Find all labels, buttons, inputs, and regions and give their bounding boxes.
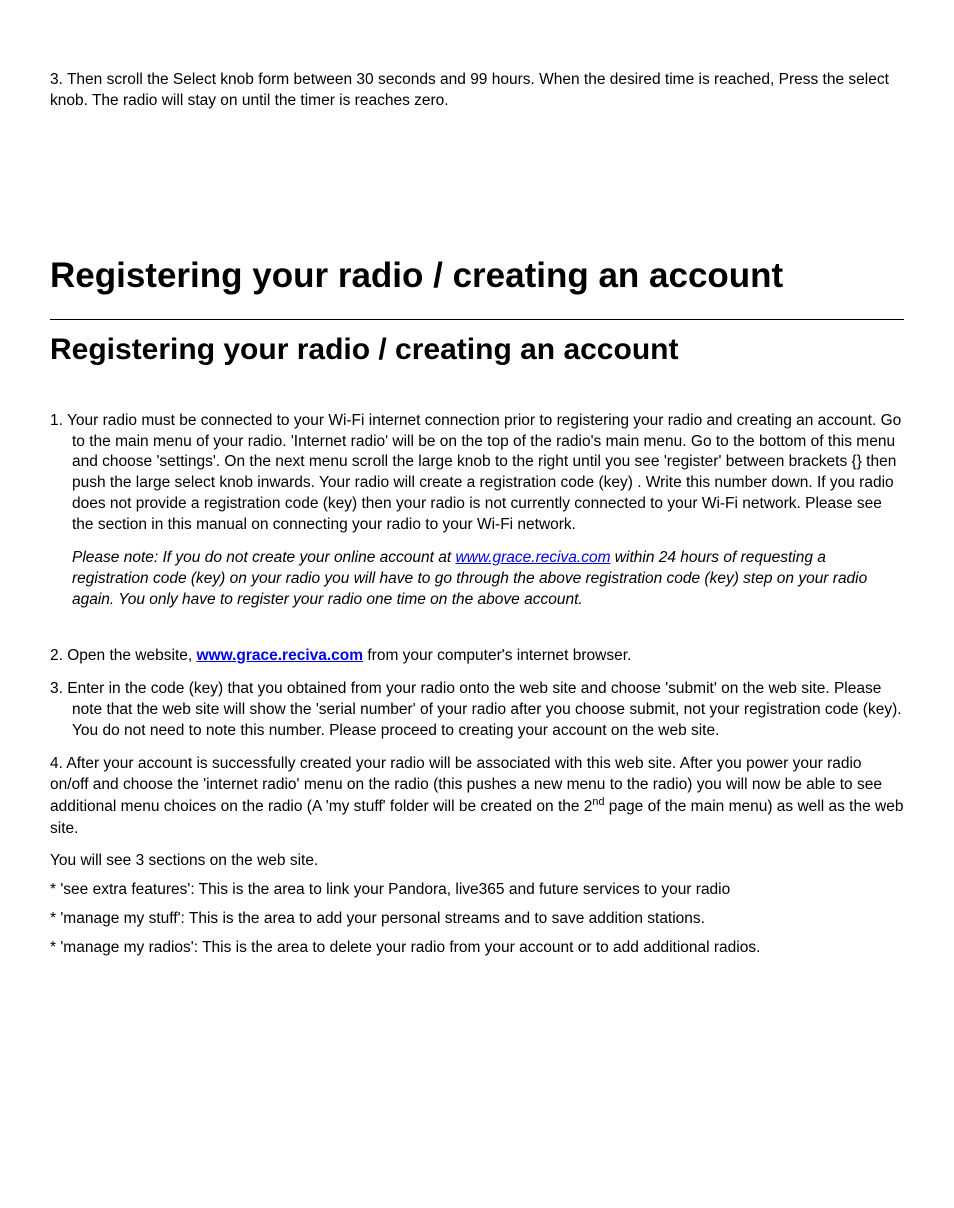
list-number: 2. xyxy=(50,647,67,664)
bullet-2: * 'manage my stuff': This is the area to… xyxy=(50,909,904,930)
bullet-3: * 'manage my radios': This is the area t… xyxy=(50,938,904,959)
list-number: 3. xyxy=(50,680,67,697)
note-block: Please note: If you do not create your o… xyxy=(50,548,904,611)
section-divider xyxy=(50,319,904,320)
list-text: Enter in the code (key) that you obtaine… xyxy=(67,680,901,739)
section-heading: Registering your radio / creating an acc… xyxy=(50,330,904,371)
note-pre: Please note: If you do not create your o… xyxy=(72,549,455,566)
list-text: Your radio must be connected to your Wi-… xyxy=(67,412,901,534)
list-item-1: 1. Your radio must be connected to your … xyxy=(50,411,904,537)
see-3-sections: You will see 3 sections on the web site. xyxy=(50,851,904,872)
list-post: from your computer's internet browser. xyxy=(363,647,631,664)
para4-sup: nd xyxy=(592,796,604,808)
bullet-1: * 'see extra features': This is the area… xyxy=(50,880,904,901)
note-link[interactable]: www.grace.reciva.com xyxy=(455,549,610,566)
page-title: Registering your radio / creating an acc… xyxy=(50,252,904,299)
list-item-3: 3. Enter in the code (key) that you obta… xyxy=(50,679,904,742)
top-paragraph: 3. Then scroll the Select knob form betw… xyxy=(50,70,904,112)
list-link[interactable]: www.grace.reciva.com xyxy=(196,647,363,664)
list-item-2: 2. Open the website, www.grace.reciva.co… xyxy=(50,646,904,667)
paragraph-4: 4. After your account is successfully cr… xyxy=(50,754,904,840)
list-number: 1. xyxy=(50,412,67,429)
list-pre: Open the website, xyxy=(67,647,196,664)
